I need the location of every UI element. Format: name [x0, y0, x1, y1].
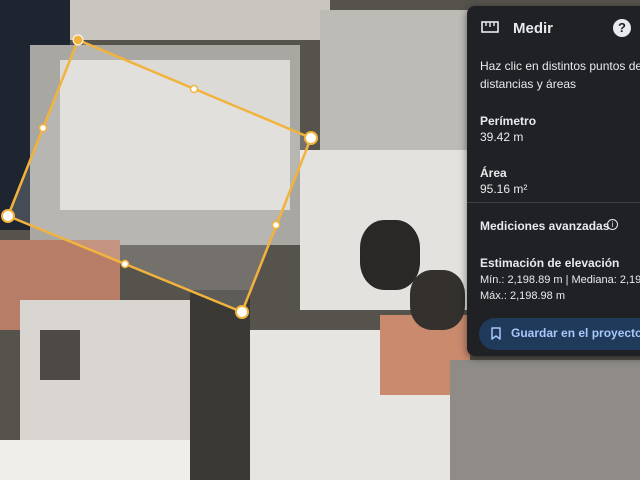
measured-area	[6, 38, 313, 314]
area-label: Área	[480, 166, 507, 180]
elevation-max: Máx.: 2,198.98 m	[480, 290, 565, 302]
save-to-project-button[interactable]: Guardar en el proyecto	[479, 318, 640, 350]
vertex-handle[interactable]	[72, 34, 84, 46]
info-icon[interactable]: i	[607, 219, 618, 230]
perimeter-value: 39.42 m	[480, 130, 524, 144]
instructions-line: Haz clic en distintos puntos de	[480, 59, 640, 73]
panel-divider	[467, 202, 640, 203]
measure-panel: Medir ? Haz clic en distintos puntos de …	[467, 6, 640, 356]
midpoint-handle[interactable]	[120, 259, 130, 269]
bookmark-icon	[491, 327, 501, 340]
panel-header: Medir ?	[467, 6, 640, 50]
midpoint-handle[interactable]	[271, 220, 281, 230]
area-value: 95.16 m²	[480, 182, 528, 196]
vertex-handle[interactable]	[1, 209, 15, 223]
midpoint-handle[interactable]	[38, 123, 48, 133]
elevation-title: Estimación de elevación	[480, 256, 620, 270]
elevation-min-median: Mín.: 2,198.89 m | Mediana: 2,198	[480, 274, 640, 286]
midpoint-handle[interactable]	[189, 84, 199, 94]
help-icon[interactable]: ?	[613, 19, 631, 37]
save-button-label: Guardar en el proyecto	[511, 326, 640, 340]
instructions-text: Haz clic en distintos puntos de distanci…	[480, 57, 640, 93]
panel-title: Medir	[513, 20, 554, 37]
perimeter-label: Perímetro	[480, 114, 537, 128]
instructions-line: distancias y áreas	[480, 77, 577, 91]
vertex-handle[interactable]	[304, 131, 318, 145]
ruler-icon	[481, 21, 499, 33]
vertex-handle[interactable]	[235, 305, 249, 319]
advanced-measurements-label[interactable]: Mediciones avanzadas	[480, 219, 609, 233]
